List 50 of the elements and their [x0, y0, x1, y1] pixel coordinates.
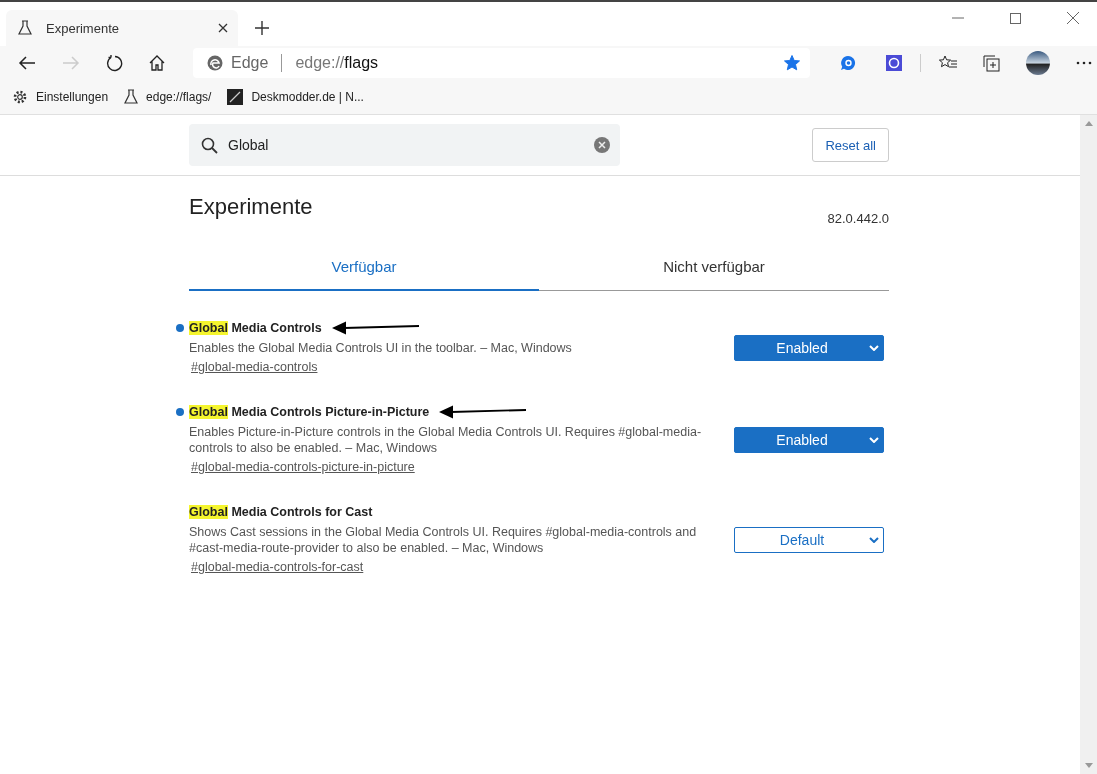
flag-dropdown[interactable]: Enabled [734, 427, 884, 453]
maximize-icon[interactable] [1010, 12, 1021, 24]
close-icon[interactable] [1067, 12, 1079, 24]
pen-logo-icon [227, 89, 244, 105]
flag-title: Global Media Controls [189, 321, 322, 335]
flask-icon [18, 20, 32, 36]
browser-tab[interactable]: Experimente [6, 10, 238, 46]
profile-avatar[interactable] [1026, 51, 1050, 75]
flags-tab[interactable]: Nicht verfügbar [539, 246, 889, 290]
home-icon[interactable] [149, 55, 165, 71]
site-label: Edge [231, 54, 269, 72]
url-text: edge://flags [295, 54, 379, 72]
flag-dropdown[interactable]: Default [734, 527, 884, 553]
flag-link[interactable]: #global-media-controls-for-cast [191, 560, 364, 574]
page-title: Experimente [189, 194, 313, 220]
refresh-icon[interactable] [106, 54, 123, 72]
close-icon[interactable] [218, 23, 228, 33]
bookmark-item[interactable]: Einstellungen [12, 89, 109, 105]
edge-logo-icon [207, 55, 223, 71]
flag-title: Global Media Controls Picture-in-Picture [189, 405, 430, 419]
flag-link[interactable]: #global-media-controls-picture-in-picture [191, 460, 415, 474]
search-field[interactable]: Global [189, 124, 620, 166]
address-bar[interactable]: Edge edge://flags [193, 48, 810, 78]
flag-description: Shows Cast sessions in the Global Media Controls UI. Requires #global-media-controls and #cast-media-route-provider to also be enabled. – Mac, Windows [189, 524, 698, 556]
flag-link[interactable]: #global-media-controls [191, 360, 318, 374]
reset-all-button[interactable]: Reset all [812, 128, 889, 162]
extension-icon[interactable] [886, 55, 902, 71]
back-arrow-icon[interactable] [18, 56, 36, 70]
gear-icon [12, 89, 28, 105]
star-icon[interactable] [784, 55, 800, 71]
chevron-down-icon [869, 345, 879, 351]
tab-title: Experimente [46, 20, 120, 36]
clear-icon[interactable] [594, 137, 610, 153]
collections-icon[interactable] [983, 54, 1000, 72]
favorites-icon[interactable] [939, 55, 957, 71]
flag-description: Enables Picture-in-Picture controls in the Global Media Controls UI. Requires #global-media-controls to also be enabled. – Mac, Windows [189, 424, 703, 456]
search-icon [201, 136, 218, 154]
flag-dropdown[interactable]: Enabled [734, 335, 884, 361]
new-tab-icon[interactable] [255, 21, 269, 35]
version-label: 82.0.442.0 [827, 211, 889, 226]
bookmark-item[interactable]: edge://flags/ [124, 89, 212, 105]
chevron-down-icon [869, 537, 879, 543]
chevron-down-icon [869, 437, 879, 443]
flag-title: Global Media Controls for Cast [189, 505, 373, 519]
bookmark-item[interactable]: Deskmodder.de | N... [227, 89, 364, 105]
flags-tab[interactable]: Verfügbar [189, 246, 539, 291]
speech-bubble-icon[interactable] [840, 55, 856, 71]
flask-icon [124, 89, 139, 105]
more-icon[interactable] [1076, 61, 1092, 65]
flag-description: Enables the Global Media Controls UI in the toolbar. – Mac, Windows [189, 340, 573, 356]
